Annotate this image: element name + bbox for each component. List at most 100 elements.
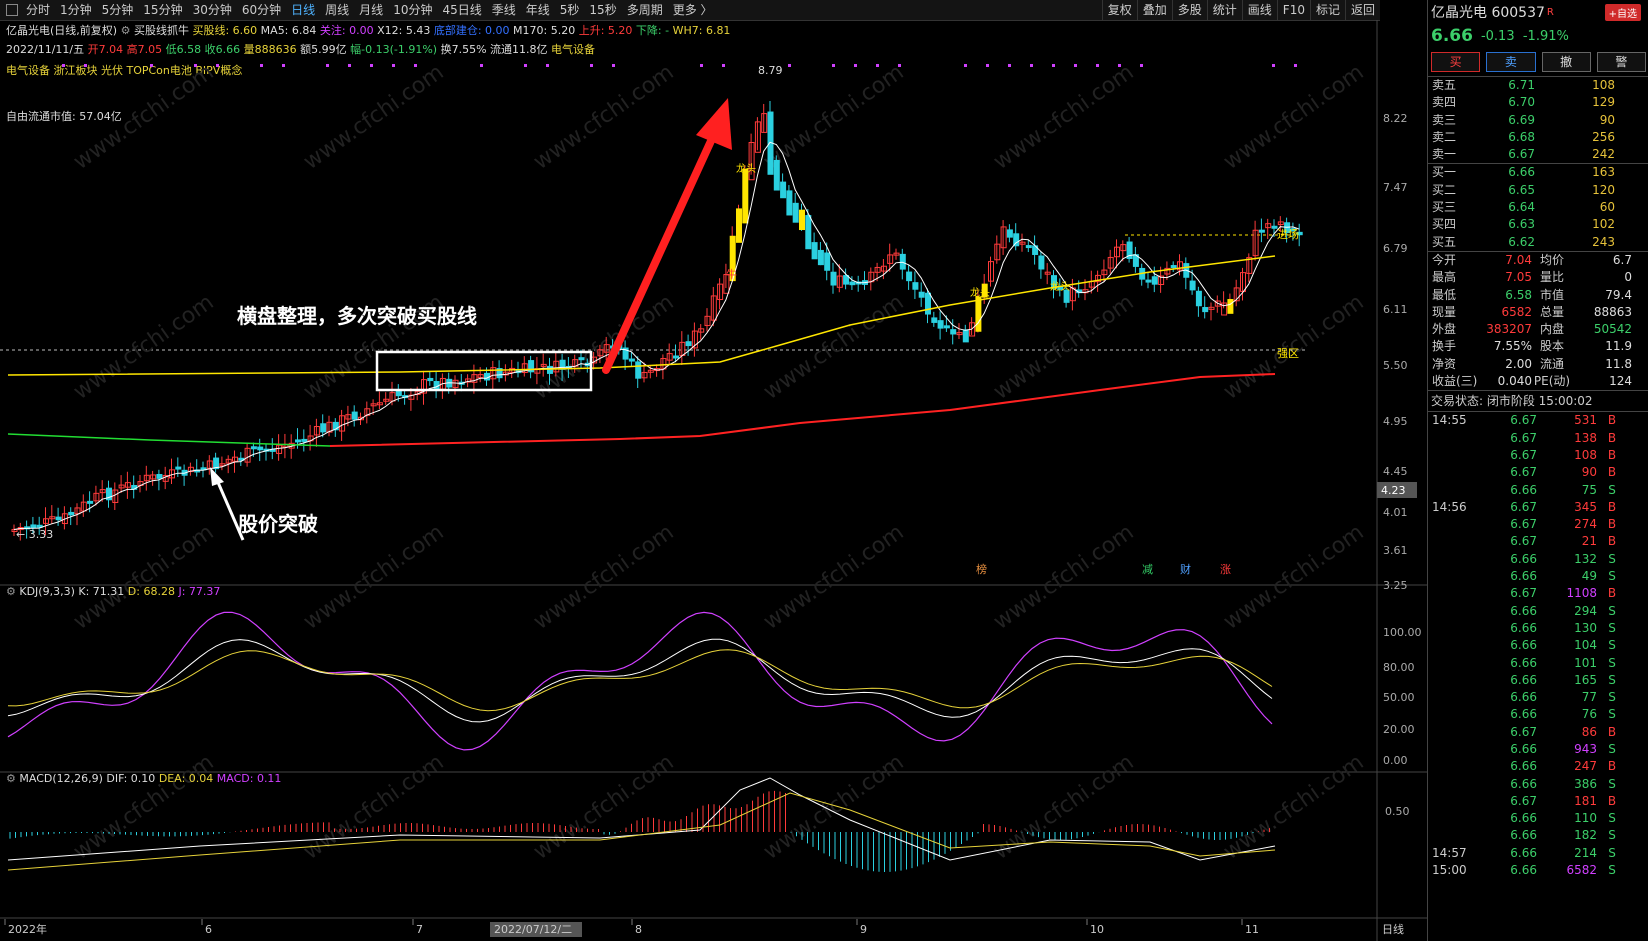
candle-body	[1171, 266, 1176, 268]
cell: B	[1597, 430, 1627, 447]
period-tab[interactable]: 更多 〉	[668, 0, 718, 20]
cell: S	[1597, 741, 1627, 758]
macd-label-line: ⚙ MACD(12,26,9) DIF: 0.10 DEA: 0.04 MACD…	[6, 772, 281, 785]
cell: 294	[1537, 603, 1597, 620]
candle-body	[907, 272, 912, 281]
cell: 102	[1535, 216, 1615, 233]
sell-button[interactable]: 卖	[1486, 52, 1535, 72]
cell: 163	[1535, 164, 1615, 181]
signal-dot	[832, 64, 835, 67]
buy-button[interactable]: 买	[1431, 52, 1480, 72]
candle-body	[636, 362, 641, 378]
candle-body	[296, 440, 301, 442]
cell: 129	[1535, 94, 1615, 111]
cell: 181	[1537, 793, 1597, 810]
cell: 最高	[1428, 269, 1472, 286]
toolbar-button[interactable]: 叠加	[1137, 0, 1172, 20]
price-tick-label: 6.11	[1383, 303, 1408, 316]
period-tab[interactable]: 45日线	[437, 0, 486, 20]
cell: 15:00	[1428, 862, 1487, 879]
alert-button[interactable]: 警	[1597, 52, 1646, 72]
cell: 6.67	[1480, 146, 1535, 163]
add-favorite-button[interactable]: +自选	[1605, 4, 1641, 21]
period-tab[interactable]: 季线	[487, 0, 521, 20]
toolbar-button[interactable]: 返回	[1345, 0, 1380, 20]
watermark: www.cfchi.com	[759, 750, 908, 865]
candle-body	[976, 297, 981, 331]
candle-body	[844, 276, 849, 285]
bid-row: 买五 6.62 243	[1428, 234, 1648, 251]
candle-body	[825, 253, 830, 270]
quote-price: 6.66 -0.13 -1.91%	[1428, 24, 1648, 48]
cell: 247	[1537, 758, 1597, 775]
toolbar-button[interactable]: 复权	[1102, 0, 1137, 20]
cell: 132	[1537, 551, 1597, 568]
gear-icon[interactable]: ⚙	[6, 585, 16, 598]
cell: 76	[1537, 706, 1597, 723]
cell: 14:56	[1428, 499, 1487, 516]
signal-dot	[62, 64, 65, 67]
candle-body	[1146, 280, 1151, 282]
period-tab[interactable]: 年线	[521, 0, 555, 20]
cell: 108	[1537, 447, 1597, 464]
cell: 6.71	[1480, 77, 1535, 94]
toolbar-button[interactable]: F10	[1277, 0, 1310, 20]
period-tab[interactable]: 30分钟	[188, 0, 237, 20]
toolbar-button[interactable]: 多股	[1172, 0, 1207, 20]
period-tab[interactable]: 1分钟	[55, 0, 97, 20]
cell: S	[1597, 706, 1627, 723]
kdj-tick-label: 0.00	[1383, 754, 1408, 767]
cell: 6.66	[1487, 827, 1537, 844]
cell: 86	[1537, 724, 1597, 741]
cell: S	[1597, 637, 1627, 654]
tick-row: 6.67 274 B	[1428, 516, 1648, 533]
period-tab[interactable]: 60分钟	[237, 0, 286, 20]
signal-dot	[282, 64, 285, 67]
cell: 净资	[1428, 356, 1472, 373]
kdj-k: K: 71.31	[78, 585, 124, 598]
break-annotation: 股价突破	[238, 512, 318, 536]
cell: 今开	[1428, 252, 1472, 269]
toolbar-button[interactable]: 画线	[1242, 0, 1277, 20]
watermark: www.cfchi.com	[759, 290, 908, 405]
cell: 14:57	[1428, 845, 1487, 862]
period-tab[interactable]: 分时	[21, 0, 55, 20]
period-tab[interactable]: 15秒	[584, 0, 621, 20]
signal-dot	[1008, 64, 1011, 67]
cell: S	[1597, 620, 1627, 637]
watermark: www.cfchi.com	[989, 60, 1138, 175]
tick-row: 6.66 943 S	[1428, 741, 1648, 758]
tick-row: 6.66 132 S	[1428, 551, 1648, 568]
signal-dot	[986, 64, 989, 67]
candle-body	[737, 209, 742, 242]
toolbar-button[interactable]: 统计	[1207, 0, 1242, 20]
stats-list: 今开 7.04 均价 6.7 最高 7.05 量比 0 最低 6.58 市值 79.4 现量 6582 总量…	[1428, 251, 1648, 390]
kline-chart[interactable]: www.cfchi.com www.cfchi.com www.cfchi.com w…	[0, 20, 1427, 941]
period-tab[interactable]: 多周期	[622, 0, 668, 20]
period-tab[interactable]: 5秒	[555, 0, 585, 20]
cell: 6.65	[1480, 182, 1535, 199]
candle-body	[1026, 246, 1031, 248]
cancel-button[interactable]: 撤	[1542, 52, 1591, 72]
cell: 6.67	[1487, 499, 1537, 516]
period-tab[interactable]: 5分钟	[97, 0, 139, 20]
tick-row: 14:55 6.67 531 B	[1428, 412, 1648, 429]
toolbar-button[interactable]: 标记	[1310, 0, 1345, 20]
gear-icon[interactable]: ⚙	[6, 772, 16, 785]
tick-row: 6.67 181 B	[1428, 793, 1648, 810]
candle-body	[1152, 277, 1157, 284]
period-tab[interactable]: 10分钟	[388, 0, 437, 20]
cell: S	[1597, 603, 1627, 620]
period-tab[interactable]: 周线	[320, 0, 354, 20]
price-tick-label: 4.95	[1383, 415, 1408, 428]
cell: S	[1597, 551, 1627, 568]
signal-dot	[1074, 64, 1077, 67]
price-tick-label: 7.47	[1383, 181, 1408, 194]
period-tab[interactable]: 日线	[286, 0, 320, 20]
window-control-icon[interactable]	[6, 4, 18, 16]
period-tab[interactable]: 15分钟	[138, 0, 187, 20]
candle-body	[944, 326, 949, 328]
cell: 6.66	[1487, 741, 1537, 758]
period-tab[interactable]: 月线	[354, 0, 388, 20]
cell	[1428, 533, 1487, 550]
